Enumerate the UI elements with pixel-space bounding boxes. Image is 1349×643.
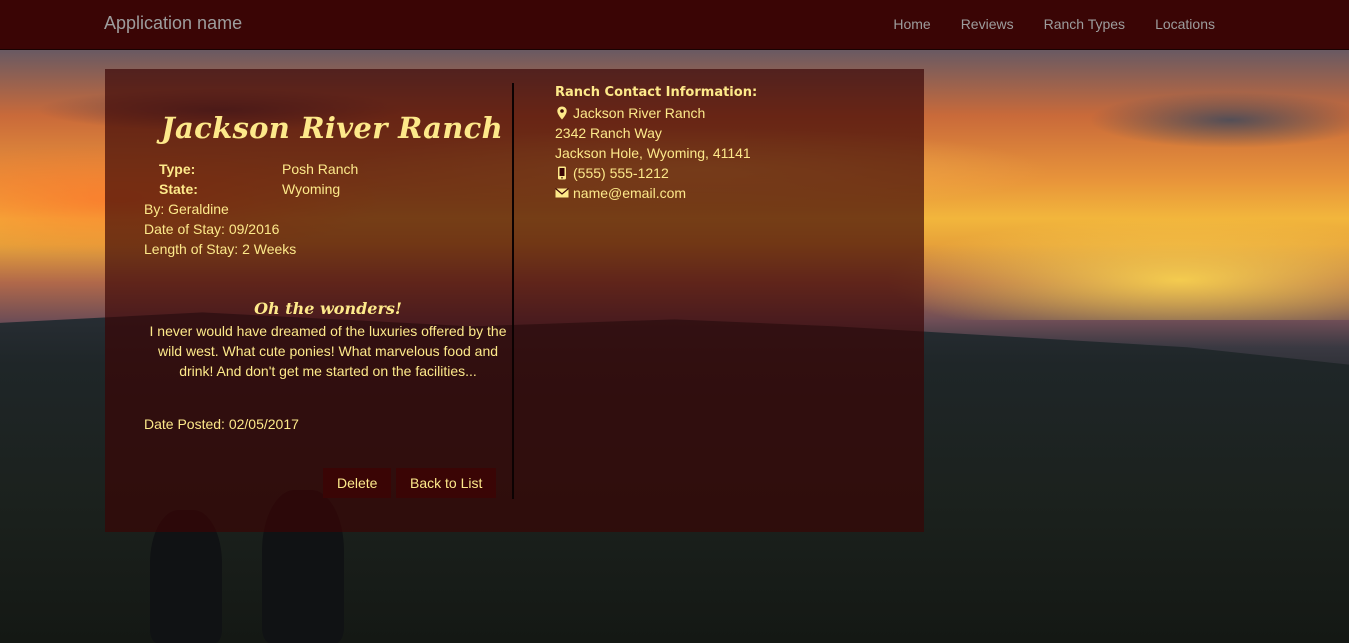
type-value: Posh Ranch (282, 161, 359, 177)
nav-links: Home Reviews Ranch Types Locations (878, 16, 1230, 32)
state-value: Wyoming (282, 181, 341, 197)
contact-ranch-name: Jackson River Ranch (573, 105, 706, 121)
type-label: Type: (159, 161, 196, 177)
column-divider (512, 83, 514, 499)
date-of-stay: Date of Stay: 09/2016 (144, 221, 280, 237)
type-row: Type: Posh Ranch (159, 161, 358, 177)
state-row: State: Wyoming (159, 181, 340, 197)
reviewer-name: By: Geraldine (144, 201, 229, 217)
contact-email[interactable]: name@email.com (573, 185, 686, 201)
app-brand-link[interactable]: Application name (104, 13, 242, 34)
contact-address2: Jackson Hole, Wyoming, 41141 (555, 145, 751, 161)
delete-button[interactable]: Delete (323, 468, 392, 498)
review-title: Oh the wonders! (254, 299, 402, 318)
nav-link-home[interactable]: Home (878, 16, 945, 32)
top-navbar: Application name Home Reviews Ranch Type… (0, 0, 1349, 50)
contact-phone-line: (555) 555-1212 (555, 165, 669, 181)
state-label: State: (159, 181, 198, 197)
length-of-stay: Length of Stay: 2 Weeks (144, 241, 297, 257)
phone-icon (555, 166, 569, 180)
review-details-panel: Jackson River Ranch Type: Posh Ranch Stat… (105, 69, 924, 532)
back-to-list-button[interactable]: Back to List (396, 468, 497, 498)
date-posted: Date Posted: 02/05/2017 (144, 416, 299, 432)
contact-name-line: Jackson River Ranch (555, 105, 705, 121)
nav-link-locations[interactable]: Locations (1140, 16, 1230, 32)
contact-heading: Ranch Contact Information: (555, 85, 758, 100)
envelope-icon (555, 186, 569, 200)
nav-link-reviews[interactable]: Reviews (946, 16, 1029, 32)
map-marker-icon (555, 106, 569, 120)
ranch-name-heading: Jackson River Ranch (161, 111, 503, 145)
contact-phone: (555) 555-1212 (573, 165, 669, 181)
contact-email-line: name@email.com (555, 185, 686, 201)
contact-address1: 2342 Ranch Way (555, 125, 662, 141)
nav-link-ranch-types[interactable]: Ranch Types (1029, 16, 1140, 32)
review-body: I never would have dreamed of the luxuri… (149, 323, 507, 379)
